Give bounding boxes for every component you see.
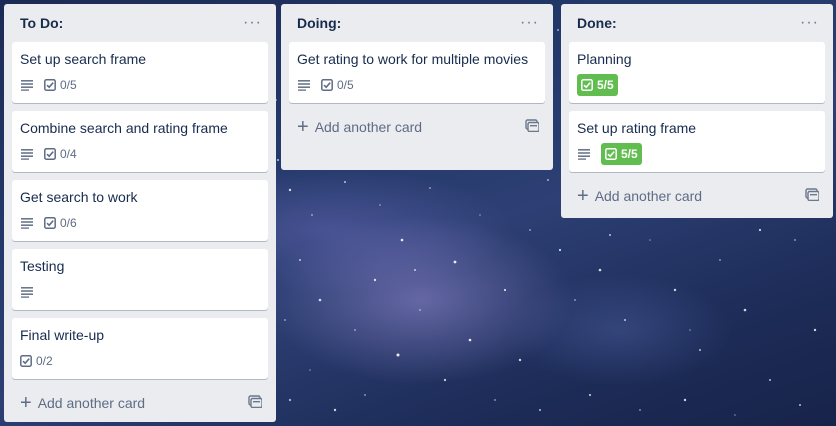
checklist-count: 5/5 [621,147,638,161]
card-template-icon[interactable] [248,395,263,411]
checklist-icon [20,355,32,367]
list-doing: Doing: ··· Get rating to work for multip… [281,4,553,170]
card-title: Get rating to work for multiple movies [297,51,529,67]
card-get-rating-to-work[interactable]: Get rating to work for multiple movies 0… [289,42,545,103]
add-card-button[interactable]: + Add another card [569,180,825,212]
card-template-icon[interactable] [805,188,820,204]
checklist-complete-badge: 5/5 [601,143,642,165]
list-menu-icon[interactable]: ··· [516,15,543,31]
add-card-label: Add another card [594,188,703,204]
card-badges: 0/5 [20,73,260,97]
card-badges [20,280,260,304]
card-final-write-up[interactable]: Final write-up 0/2 [12,318,268,379]
checklist-badge: 0/5 [44,75,77,95]
card-planning[interactable]: Planning 5/5 [569,42,825,103]
list-header: Done: ··· [569,4,825,42]
list-header: To Do: ··· [12,4,268,42]
list-title[interactable]: Doing: [297,15,341,31]
card-badges: 0/4 [20,142,260,166]
card-title: Testing [20,258,65,274]
description-icon [20,144,34,164]
checklist-count: 0/5 [337,78,354,92]
description-icon [20,213,34,233]
card-badges: 5/5 [577,142,817,166]
list-to-do: To Do: ··· Set up search frame 0/5 Combi… [4,4,276,422]
checklist-icon [581,79,593,91]
add-card-label: Add another card [314,119,423,135]
checklist-icon [44,217,56,229]
card-badges: 0/6 [20,211,260,235]
list-title[interactable]: To Do: [20,15,63,31]
checklist-badge: 0/5 [321,75,354,95]
list-title[interactable]: Done: [577,15,617,31]
card-set-up-rating-frame[interactable]: Set up rating frame 5/5 [569,111,825,172]
card-combine-search-and-rating-frame[interactable]: Combine search and rating frame 0/4 [12,111,268,172]
list-header: Doing: ··· [289,4,545,42]
checklist-icon [321,79,333,91]
card-get-search-to-work[interactable]: Get search to work 0/6 [12,180,268,241]
card-title: Planning [577,51,632,67]
checklist-complete-badge: 5/5 [577,74,618,96]
description-icon [20,75,34,95]
card-title: Combine search and rating frame [20,120,228,136]
card-set-up-search-frame[interactable]: Set up search frame 0/5 [12,42,268,103]
list-menu-icon[interactable]: ··· [239,15,266,31]
card-title: Get search to work [20,189,138,205]
description-icon [577,144,591,164]
checklist-count: 5/5 [597,78,614,92]
add-card-label: Add another card [37,395,146,411]
card-testing[interactable]: Testing [12,249,268,310]
card-title: Final write-up [20,327,105,343]
card-badges: 5/5 [577,73,817,97]
checklist-badge: 0/2 [20,351,53,371]
plus-icon: + [297,116,309,138]
list-menu-icon[interactable]: ··· [796,15,823,31]
checklist-count: 0/6 [60,216,77,230]
list-done: Done: ··· Planning 5/5 Set up rating fra… [561,4,833,218]
checklist-icon [44,79,56,91]
checklist-count: 0/5 [60,78,77,92]
card-template-icon[interactable] [525,119,540,135]
checklist-badge: 0/4 [44,144,77,164]
plus-icon: + [577,185,589,207]
checklist-icon [44,148,56,160]
card-badges: 0/5 [297,73,537,97]
checklist-count: 0/4 [60,147,77,161]
add-card-button[interactable]: + Add another card [289,111,545,143]
add-card-button[interactable]: + Add another card [12,387,268,419]
card-badges: 0/2 [20,349,260,373]
checklist-badge: 0/6 [44,213,77,233]
checklist-icon [605,148,617,160]
checklist-count: 0/2 [36,354,53,368]
description-icon [297,75,311,95]
card-title: Set up rating frame [577,120,697,136]
plus-icon: + [20,392,32,414]
description-icon [20,282,34,302]
card-title: Set up search frame [20,51,147,67]
